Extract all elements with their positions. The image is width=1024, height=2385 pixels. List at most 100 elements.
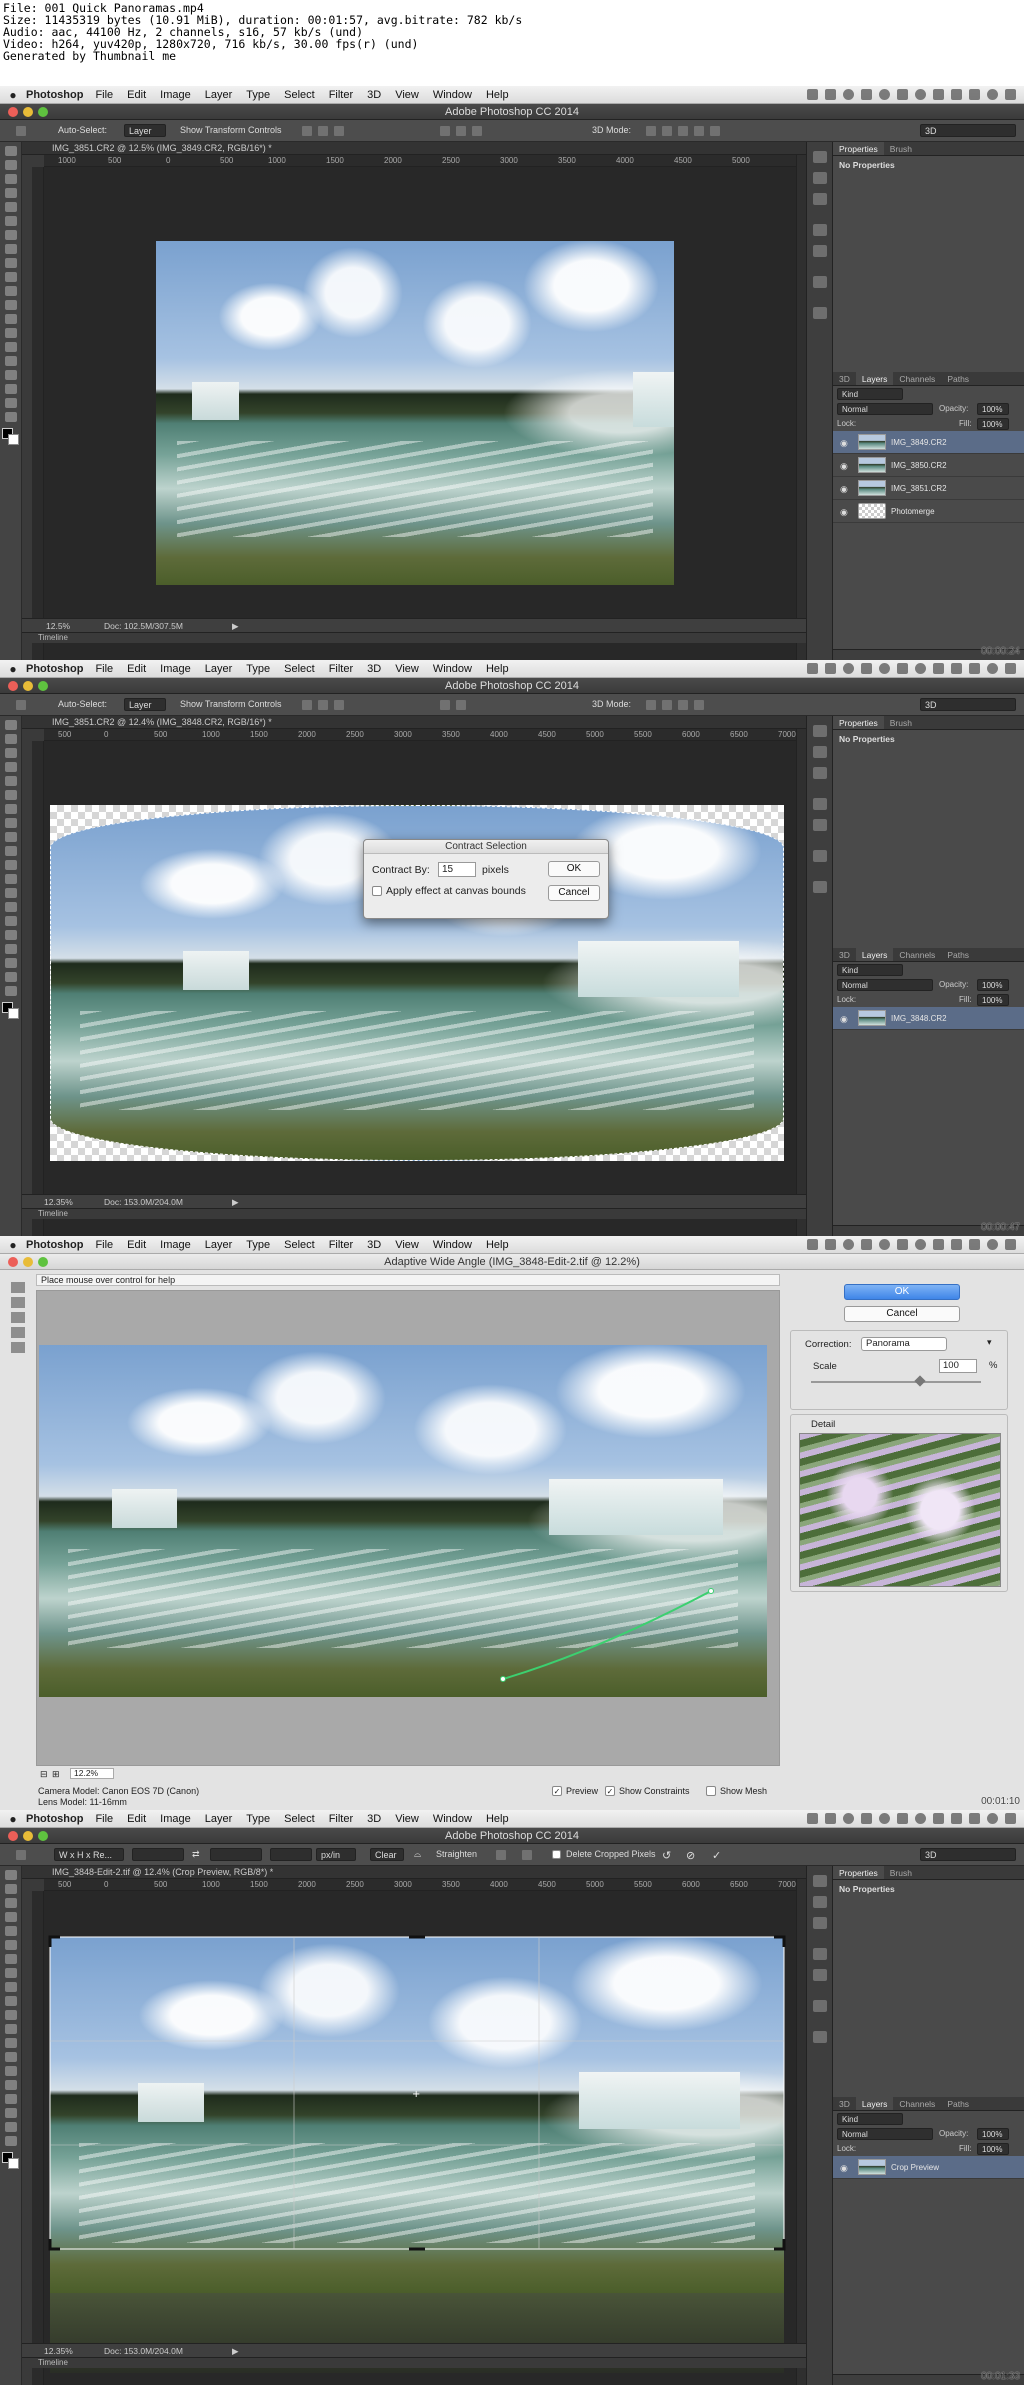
wifi-icon[interactable] bbox=[933, 1813, 944, 1824]
brush-tool-icon[interactable] bbox=[4, 818, 17, 828]
auto-select-target[interactable]: Layer bbox=[124, 124, 166, 137]
dropbox-icon[interactable] bbox=[825, 1239, 836, 1250]
twitter-icon[interactable] bbox=[861, 89, 872, 100]
dropbox-icon[interactable] bbox=[825, 89, 836, 100]
battery-icon[interactable] bbox=[969, 89, 980, 100]
pen-tool-icon[interactable] bbox=[4, 342, 17, 352]
zoom-tool-icon[interactable] bbox=[4, 986, 17, 996]
adjustments-icon[interactable] bbox=[812, 1917, 827, 1929]
show-mesh-checkbox[interactable] bbox=[706, 1786, 716, 1796]
commit-crop-icon[interactable]: ✓ bbox=[712, 1849, 721, 1862]
menu-select[interactable]: Select bbox=[284, 89, 315, 101]
tray-icon[interactable] bbox=[879, 663, 890, 674]
fill-field[interactable]: 100% bbox=[977, 2143, 1009, 2155]
eye-icon[interactable]: ◉ bbox=[840, 438, 848, 449]
align-icon[interactable] bbox=[334, 700, 344, 710]
tab-properties[interactable]: Properties bbox=[833, 716, 884, 729]
preview-checkbox[interactable]: ✓ bbox=[552, 1786, 562, 1796]
distribute-icon[interactable] bbox=[440, 126, 450, 136]
tray-icon[interactable] bbox=[843, 1813, 854, 1824]
show-constraints-label[interactable]: Show Constraints bbox=[619, 1786, 690, 1796]
crop-tool-icon[interactable] bbox=[4, 776, 17, 786]
quick-select-tool-icon[interactable] bbox=[4, 188, 17, 198]
menu-help[interactable]: Help bbox=[486, 89, 509, 101]
menu-file[interactable]: File bbox=[95, 1239, 113, 1251]
color-swatches[interactable] bbox=[1, 2152, 20, 2170]
menu-select[interactable]: Select bbox=[284, 1239, 315, 1251]
blur-tool-icon[interactable] bbox=[4, 314, 17, 324]
menu-layer[interactable]: Layer bbox=[205, 1813, 233, 1825]
gradient-tool-icon[interactable] bbox=[4, 2024, 17, 2034]
menu-view[interactable]: View bbox=[395, 663, 419, 675]
path-select-tool-icon[interactable] bbox=[4, 2094, 17, 2104]
color-swatches[interactable] bbox=[1, 428, 20, 446]
3d-slide-icon[interactable] bbox=[694, 700, 704, 710]
battery-icon[interactable] bbox=[969, 663, 980, 674]
menu-view[interactable]: View bbox=[395, 89, 419, 101]
search-icon[interactable] bbox=[987, 1239, 998, 1250]
menu-edit[interactable]: Edit bbox=[127, 89, 146, 101]
scale-slider[interactable] bbox=[811, 1375, 981, 1387]
zoom-tool-icon[interactable] bbox=[4, 2136, 17, 2146]
menu-filter[interactable]: Filter bbox=[329, 89, 353, 101]
apply-canvas-bounds-label[interactable]: Apply effect at canvas bounds bbox=[386, 885, 526, 897]
tab-layers[interactable]: Layers bbox=[855, 2097, 894, 2110]
overlay-grid-icon[interactable] bbox=[496, 1850, 506, 1860]
tray-icon[interactable] bbox=[879, 89, 890, 100]
tab-paths[interactable]: Paths bbox=[941, 2097, 975, 2110]
tools-icon[interactable] bbox=[812, 2000, 827, 2012]
brush-tool-icon[interactable] bbox=[4, 244, 17, 254]
layer-row[interactable]: ◉ Crop Preview bbox=[833, 2156, 1024, 2179]
menu-window[interactable]: Window bbox=[433, 663, 472, 675]
character-icon[interactable] bbox=[812, 224, 827, 236]
battery-icon[interactable] bbox=[969, 1239, 980, 1250]
blur-tool-icon[interactable] bbox=[4, 888, 17, 898]
hand-tool-icon[interactable] bbox=[4, 972, 17, 982]
tray-icon[interactable] bbox=[915, 663, 926, 674]
panorama-image[interactable] bbox=[156, 241, 674, 585]
3d-rotate-icon[interactable] bbox=[646, 126, 656, 136]
lasso-tool-icon[interactable] bbox=[4, 174, 17, 184]
tab-properties[interactable]: Properties bbox=[833, 142, 884, 155]
tray-icon[interactable] bbox=[915, 1813, 926, 1824]
move-tool-icon[interactable] bbox=[16, 126, 26, 136]
workspace-switcher[interactable]: 3D bbox=[920, 124, 1016, 137]
actions-icon[interactable] bbox=[812, 746, 827, 758]
vertical-scrollbar[interactable] bbox=[796, 729, 806, 1236]
menu-window[interactable]: Window bbox=[433, 1239, 472, 1251]
distribute-icon[interactable] bbox=[456, 126, 466, 136]
menu-view[interactable]: View bbox=[395, 1813, 419, 1825]
tab-channels[interactable]: Channels bbox=[893, 2097, 941, 2110]
hand-tool-icon[interactable] bbox=[4, 398, 17, 408]
wifi-icon[interactable] bbox=[933, 1239, 944, 1250]
menu-3d[interactable]: 3D bbox=[367, 89, 381, 101]
layer-filter-kind[interactable]: Kind bbox=[837, 2113, 903, 2125]
layer-row[interactable]: ◉ Photomerge bbox=[833, 500, 1024, 523]
tray-icon[interactable] bbox=[807, 1813, 818, 1824]
stamp-tool-icon[interactable] bbox=[4, 832, 17, 842]
blend-mode-select[interactable]: Normal bbox=[837, 979, 933, 991]
tray-icon[interactable] bbox=[879, 1813, 890, 1824]
menu-edit[interactable]: Edit bbox=[127, 1239, 146, 1251]
apple-icon[interactable]: ● bbox=[0, 1238, 26, 1252]
menu-type[interactable]: Type bbox=[246, 1239, 270, 1251]
menu-layer[interactable]: Layer bbox=[205, 1239, 233, 1251]
dropbox-icon[interactable] bbox=[825, 663, 836, 674]
layer-row[interactable]: ◉ IMG_3850.CR2 bbox=[833, 454, 1024, 477]
menu-image[interactable]: Image bbox=[160, 1239, 191, 1251]
tray-icon[interactable] bbox=[897, 663, 908, 674]
menu-type[interactable]: Type bbox=[246, 89, 270, 101]
marquee-tool-icon[interactable] bbox=[4, 1884, 17, 1894]
tray-icon[interactable] bbox=[879, 1239, 890, 1250]
type-tool-icon[interactable] bbox=[4, 356, 17, 366]
opacity-field[interactable]: 100% bbox=[977, 403, 1009, 415]
layer-row[interactable]: ◉ IMG_3851.CR2 bbox=[833, 477, 1024, 500]
flyout-menu-icon[interactable]: ▾ bbox=[987, 1337, 992, 1348]
layer-row[interactable]: ◉ IMG_3849.CR2 bbox=[833, 431, 1024, 454]
zoom-level[interactable]: 12.35% bbox=[44, 2346, 73, 2356]
tab-brush[interactable]: Brush bbox=[884, 1866, 918, 1879]
tools-icon[interactable] bbox=[812, 850, 827, 862]
distribute-icon[interactable] bbox=[440, 700, 450, 710]
menu-edit[interactable]: Edit bbox=[127, 663, 146, 675]
document-tab[interactable]: IMG_3848-Edit-2.tif @ 12.4% (Crop Previe… bbox=[22, 1866, 820, 1879]
